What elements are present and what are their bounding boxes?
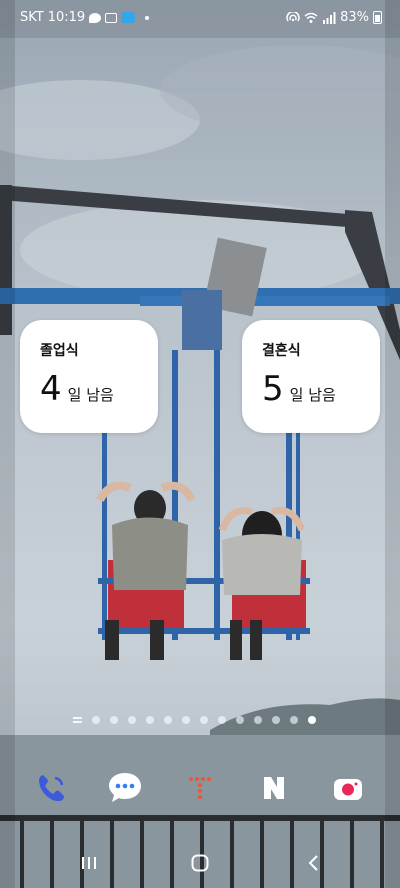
camera-icon (334, 779, 362, 800)
home-button[interactable] (185, 850, 215, 876)
page-dot[interactable] (218, 716, 226, 724)
widget-days-suffix: 일 남음 (289, 386, 336, 404)
app-dock (0, 760, 400, 816)
recents-button[interactable] (74, 850, 104, 876)
page-dot[interactable] (290, 716, 298, 724)
widget-title: 졸업식 (40, 343, 79, 359)
t-icon (189, 777, 211, 799)
recents-icon (82, 857, 96, 869)
status-right: 83% (286, 10, 382, 25)
page-dot[interactable] (146, 716, 154, 724)
status-left: SKT 10:19 (20, 10, 150, 25)
page-dot[interactable] (128, 716, 136, 724)
back-icon (308, 855, 318, 871)
battery-percent: 83% (340, 10, 369, 25)
naver-app-icon[interactable] (246, 760, 302, 816)
camera-app-icon[interactable] (320, 760, 376, 816)
widget-countdown: 5 일 남음 (262, 372, 336, 406)
dot-icon (145, 15, 150, 20)
page-dot[interactable] (254, 716, 262, 724)
wifi-icon (304, 12, 318, 23)
hotspot-icon (286, 11, 300, 21)
widget-days-number: 4 (40, 369, 62, 409)
tmap-app-icon[interactable] (172, 760, 228, 816)
page-dot-active[interactable] (308, 716, 316, 724)
page-indicator[interactable] (73, 716, 316, 724)
app-notification-icon (121, 12, 136, 23)
widget-countdown: 4 일 남음 (40, 372, 114, 406)
widget-title: 결혼식 (262, 343, 301, 359)
clock: 10:19 (47, 10, 86, 25)
wallpaper-photo (0, 0, 400, 888)
countdown-widget-graduation[interactable]: 졸업식 4 일 남음 (20, 320, 158, 433)
carrier-label: SKT (20, 10, 44, 25)
wallpaper-dim-right (385, 0, 400, 888)
page-dot[interactable] (110, 716, 118, 724)
signal-icon (323, 11, 336, 24)
gallery-icon (105, 12, 118, 23)
naver-n-icon (264, 777, 284, 799)
page-dot[interactable] (164, 716, 172, 724)
page-dot[interactable] (272, 716, 280, 724)
page-dot[interactable] (200, 716, 208, 724)
page-home-icon[interactable] (73, 716, 82, 724)
page-dot[interactable] (182, 716, 190, 724)
phone-app-icon[interactable] (23, 760, 79, 816)
countdown-widget-wedding[interactable]: 결혼식 5 일 남음 (242, 320, 380, 433)
chat-icon (89, 12, 102, 23)
message-icon (109, 773, 141, 802)
home-icon (191, 854, 209, 872)
widget-days-suffix: 일 남음 (67, 386, 114, 404)
wallpaper-dim-left (0, 0, 15, 888)
page-dot[interactable] (236, 716, 244, 724)
phone-icon (39, 775, 64, 802)
widget-days-number: 5 (262, 369, 284, 409)
page-dot[interactable] (92, 716, 100, 724)
battery-charging-icon (373, 11, 382, 24)
status-bar[interactable]: SKT 10:19 83% (0, 0, 400, 36)
back-button[interactable] (298, 850, 328, 876)
navigation-bar (0, 840, 400, 888)
messages-app-icon[interactable] (97, 760, 153, 816)
